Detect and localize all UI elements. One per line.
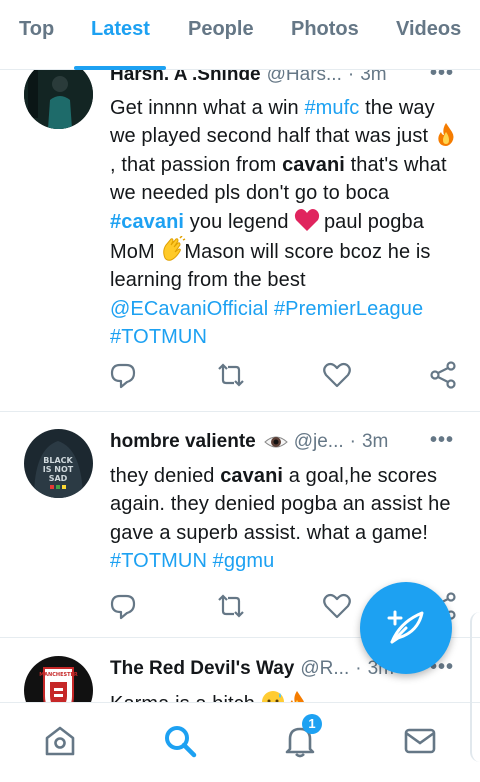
bottom-navigation: [0, 702, 480, 782]
tweet-text-segment: Karma is a bitch: [110, 693, 261, 702]
tweet-text-segment: you legend: [184, 210, 295, 233]
avatar[interactable]: BLACK IS NOT SAD: [24, 429, 93, 498]
compose-tweet-button[interactable]: [360, 582, 452, 674]
search-results-tabs: Top Latest People Photos Videos: [0, 0, 480, 70]
tweet-text-segment: , that passion from: [110, 153, 283, 176]
tab-people[interactable]: People: [188, 18, 254, 41]
handle[interactable]: @R...: [300, 658, 349, 680]
avatar-photo: BLACK IS NOT SAD: [24, 429, 93, 498]
reply-icon[interactable]: [108, 591, 138, 621]
hashtag-link[interactable]: #ggmu: [213, 550, 275, 572]
heart-icon[interactable]: [322, 591, 352, 621]
tweet-text: Karma is a bitch: [110, 690, 460, 702]
tweet-header: hombre valiente @je... · 3m: [110, 429, 460, 455]
highlighted-term: cavani: [282, 153, 345, 176]
fire-emoji-icon: [285, 690, 309, 702]
avatar-lettering: BLACK: [43, 456, 73, 465]
scroll-edge[interactable]: [470, 612, 480, 762]
tab-photos[interactable]: Photos: [291, 18, 359, 41]
display-name[interactable]: hombre valiente: [110, 431, 256, 453]
avatar-lettering: MANCHESTER: [39, 672, 78, 678]
avatar-lettering: IS NOT: [43, 465, 74, 474]
heart-icon[interactable]: [322, 360, 352, 390]
retweet-icon[interactable]: [216, 360, 246, 390]
avatar-lettering: SAD: [49, 474, 68, 483]
more-dots-icon[interactable]: •••: [430, 429, 454, 452]
sweat-emoji-icon: [261, 690, 285, 702]
separator-dot: ·: [347, 70, 355, 85]
retweet-icon[interactable]: [216, 591, 246, 621]
avatar-photo: MANCHESTER: [24, 656, 93, 702]
tweet-text-segment: Get innnn what a win: [110, 97, 305, 119]
timestamp: 3m: [361, 431, 389, 452]
tweet-text: they denied cavani a goal,he scores agai…: [110, 462, 460, 576]
tab-top[interactable]: Top: [19, 18, 54, 41]
tweet[interactable]: Harsh. A .Shinde @Hars... · 3m ••• Get i…: [0, 70, 480, 412]
tweet-text: Get innnn what a win #mufc the way we pl…: [110, 94, 460, 352]
hashtag-link[interactable]: #mufc: [304, 97, 359, 119]
hashtag-link[interactable]: #cavani: [110, 211, 184, 233]
more-dots-icon[interactable]: •••: [430, 70, 454, 85]
share-icon[interactable]: [428, 360, 458, 390]
timestamp: 3m: [360, 70, 387, 85]
separator-dot: ·: [355, 658, 362, 679]
display-name[interactable]: The Red Devil's Way: [110, 658, 294, 680]
reply-icon[interactable]: [108, 360, 138, 390]
tweet-header: Harsh. A .Shinde @Hars... · 3m: [110, 70, 460, 88]
mail-icon[interactable]: [402, 723, 438, 759]
fire-emoji-icon: [434, 122, 458, 147]
tweet-text-segment: they denied: [110, 465, 221, 487]
tab-latest[interactable]: Latest: [91, 18, 150, 41]
handle[interactable]: @Hars...: [267, 70, 342, 86]
hashtag-link[interactable]: #TOTMUN: [110, 326, 207, 348]
home-icon[interactable]: [42, 723, 78, 759]
handle[interactable]: @je...: [294, 431, 344, 453]
avatar[interactable]: [24, 70, 93, 129]
separator-dot: ·: [349, 431, 356, 452]
compose-tweet-icon: [387, 610, 424, 644]
tab-videos[interactable]: Videos: [396, 18, 461, 41]
display-name[interactable]: Harsh. A .Shinde: [110, 70, 261, 86]
heart-emoji-icon: [294, 208, 320, 232]
hashtag-link[interactable]: #TOTMUN: [110, 550, 207, 572]
hashtag-link[interactable]: #PremierLeague: [274, 298, 423, 320]
active-tab-indicator: [74, 66, 166, 70]
search-icon[interactable]: [162, 723, 198, 759]
tweet-actions: [108, 360, 458, 390]
avatar-photo: [24, 70, 93, 129]
eye-emoji-icon: [263, 432, 288, 452]
avatar[interactable]: MANCHESTER: [24, 656, 93, 702]
mention-link[interactable]: @ECavaniOfficial: [110, 298, 268, 320]
clap-emoji-icon: [160, 235, 186, 261]
highlighted-term: cavani: [220, 465, 284, 487]
notifications-count-badge: 1: [302, 714, 322, 734]
